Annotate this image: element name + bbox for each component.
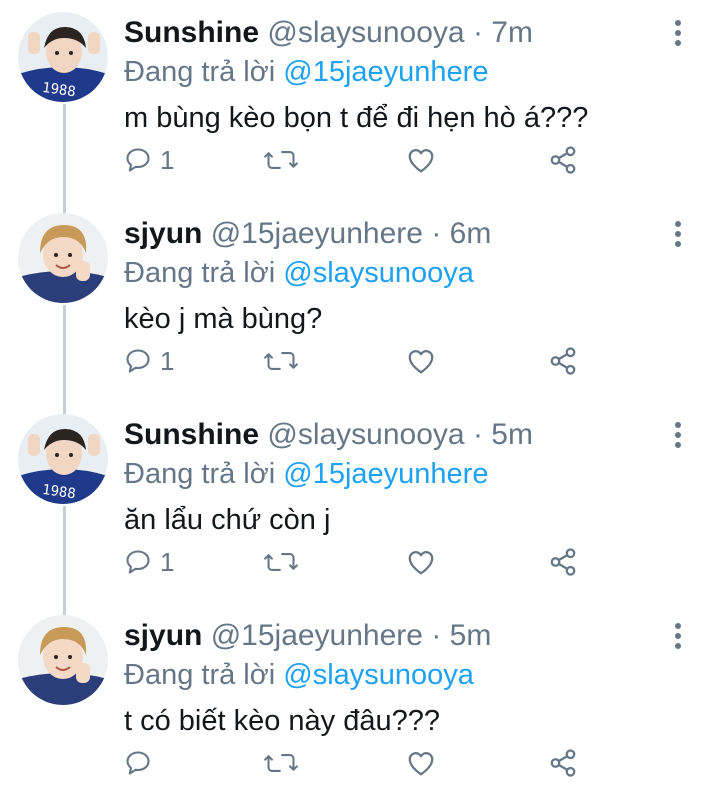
replying-to: Đang trả lời @15jaeyunhere [124, 457, 488, 491]
tweet-text: m bùng kèo bọn t để đi hẹn hò á??? [124, 102, 589, 134]
reply-icon [126, 349, 150, 373]
share-button[interactable] [548, 542, 578, 582]
timestamp[interactable]: 5m [450, 619, 492, 652]
like-button[interactable] [406, 341, 436, 381]
separator-dot: · [431, 217, 442, 250]
replying-to-handle[interactable]: @slaysunooya [283, 257, 474, 289]
reply-count: 1 [160, 345, 175, 376]
tweet-header: Sunshine @slaysunooya · 7m [124, 16, 533, 50]
reply-button[interactable]: 1 [124, 542, 174, 582]
tweet-text: t có biết kèo này đâu??? [124, 705, 441, 737]
like-icon [408, 149, 434, 173]
replying-to-handle[interactable]: @15jaeyunhere [283, 56, 488, 88]
reply-count: 1 [160, 144, 175, 175]
retweet-button[interactable] [264, 140, 298, 180]
separator-dot: · [472, 16, 483, 49]
timestamp[interactable]: 5m [491, 418, 533, 451]
share-icon [550, 548, 576, 576]
reply-icon [126, 148, 150, 172]
reply-button[interactable]: 1 [124, 140, 174, 180]
more-icon[interactable] [674, 20, 682, 46]
tweet-actions: 1 [0, 140, 720, 180]
retweet-button[interactable] [264, 341, 298, 381]
reply-count: 1 [160, 546, 175, 577]
replying-to: Đang trả lời @slaysunooya [124, 256, 474, 290]
avatar-sunshine-image: 1988 [18, 414, 108, 504]
reply-button[interactable] [124, 743, 160, 783]
display-name[interactable]: Sunshine [124, 16, 259, 49]
avatar-sjyun-image [18, 213, 108, 303]
like-icon [408, 350, 434, 374]
separator-dot: · [472, 418, 483, 451]
like-button[interactable] [406, 140, 436, 180]
replying-to-label: Đang trả lời [124, 458, 276, 490]
replying-to: Đang trả lời @slaysunooya [124, 658, 474, 692]
retweet-icon [264, 553, 298, 571]
display-name[interactable]: Sunshine [124, 418, 259, 451]
share-button[interactable] [548, 743, 578, 783]
share-icon [550, 749, 576, 777]
more-icon[interactable] [674, 221, 682, 247]
share-button[interactable] [548, 341, 578, 381]
avatar-sjyun-image [18, 615, 108, 705]
reply-icon [126, 550, 150, 574]
avatar[interactable]: 1988 [18, 414, 108, 504]
tweet[interactable]: sjyun @15jaeyunhere · 5m Đang trả lời @s… [0, 603, 720, 804]
share-icon [550, 347, 576, 375]
user-handle[interactable]: @slaysunooya [267, 16, 464, 49]
avatar[interactable] [18, 615, 108, 705]
retweet-icon [264, 151, 298, 169]
retweet-button[interactable] [264, 542, 298, 582]
tweet-actions: 1 [0, 341, 720, 381]
tweet[interactable]: 1988 Sunshine @slaysunooya · 5m Đang trả… [0, 402, 720, 603]
user-handle[interactable]: @slaysunooya [267, 418, 464, 451]
user-handle[interactable]: @15jaeyunhere [211, 619, 423, 652]
display-name[interactable]: sjyun [124, 217, 202, 250]
tweet[interactable]: 1988 Sunshine @slaysunooya · 7m Đang trả… [0, 0, 720, 201]
like-icon [408, 551, 434, 575]
tweet-header: sjyun @15jaeyunhere · 5m [124, 619, 491, 653]
replying-to-label: Đang trả lời [124, 56, 276, 88]
retweet-icon [264, 754, 298, 772]
tweet-actions: 1 [0, 542, 720, 582]
avatar-sunshine-image: 1988 [18, 12, 108, 102]
timestamp[interactable]: 7m [491, 16, 533, 49]
tweet-actions [0, 743, 720, 783]
more-icon[interactable] [674, 422, 682, 448]
user-handle[interactable]: @15jaeyunhere [211, 217, 423, 250]
replying-to-handle[interactable]: @slaysunooya [283, 659, 474, 691]
avatar[interactable]: 1988 [18, 12, 108, 102]
like-button[interactable] [406, 743, 436, 783]
retweet-button[interactable] [264, 743, 298, 783]
retweet-icon [264, 352, 298, 370]
tweet[interactable]: sjyun @15jaeyunhere · 6m Đang trả lời @s… [0, 201, 720, 402]
reply-button[interactable]: 1 [124, 341, 174, 381]
replying-to-label: Đang trả lời [124, 659, 276, 691]
display-name[interactable]: sjyun [124, 619, 202, 652]
like-icon [408, 752, 434, 776]
replying-to: Đang trả lời @15jaeyunhere [124, 55, 488, 89]
tweet-header: sjyun @15jaeyunhere · 6m [124, 217, 491, 251]
tweet-text: ăn lẩu chứ còn j [124, 504, 331, 536]
share-button[interactable] [548, 140, 578, 180]
replying-to-handle[interactable]: @15jaeyunhere [283, 458, 488, 490]
avatar[interactable] [18, 213, 108, 303]
like-button[interactable] [406, 542, 436, 582]
tweet-header: Sunshine @slaysunooya · 5m [124, 418, 533, 452]
more-icon[interactable] [674, 623, 682, 649]
replying-to-label: Đang trả lời [124, 257, 276, 289]
timestamp[interactable]: 6m [450, 217, 492, 250]
tweet-text: kèo j mà bùng? [124, 303, 323, 335]
reply-icon [126, 751, 150, 775]
separator-dot: · [431, 619, 442, 652]
share-icon [550, 146, 576, 174]
